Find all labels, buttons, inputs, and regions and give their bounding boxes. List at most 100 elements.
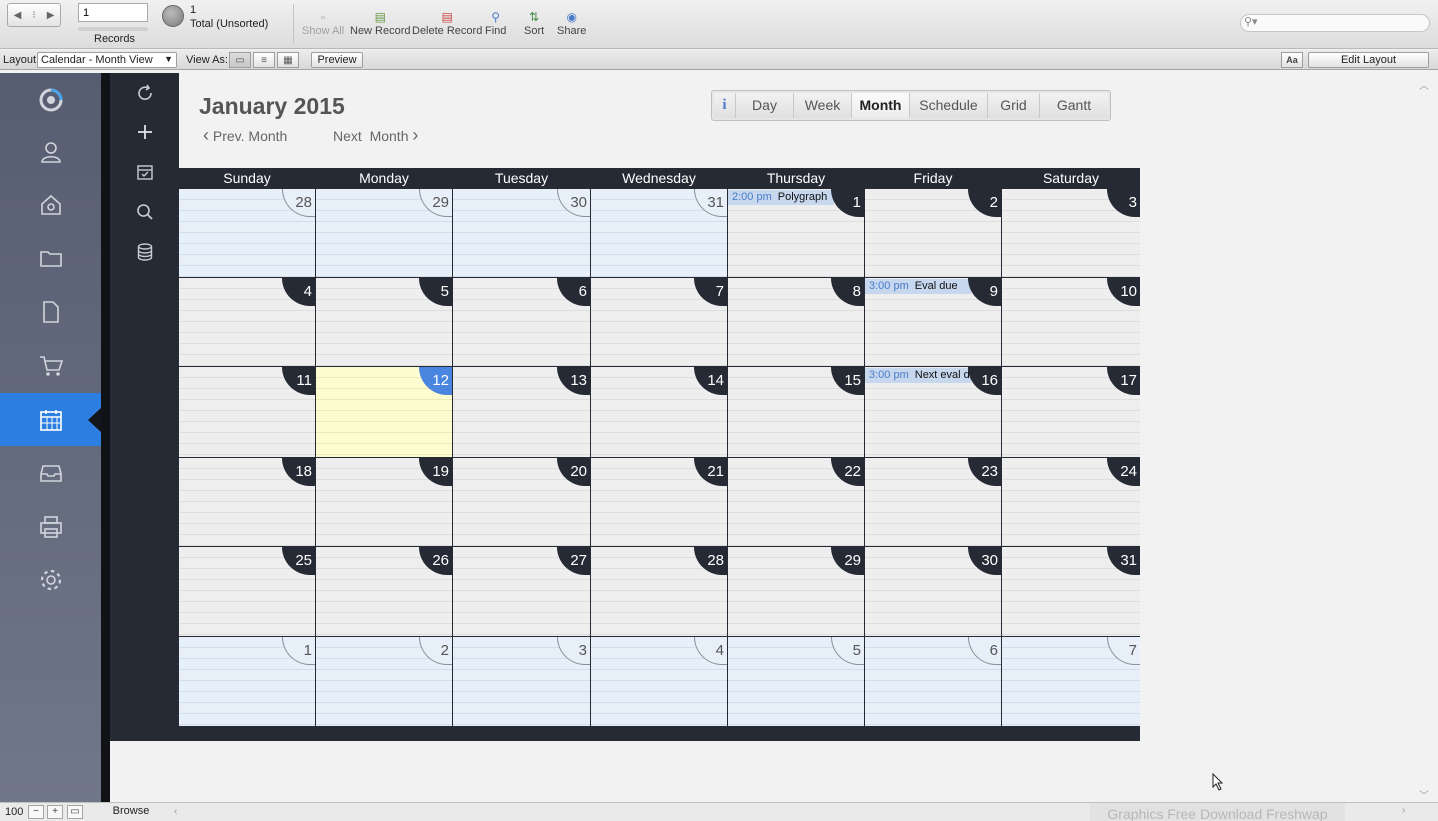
sort-button[interactable]: ⇅ Sort: [524, 10, 544, 37]
day-cell[interactable]: 18: [179, 458, 315, 546]
day-cell[interactable]: 11: [179, 367, 315, 457]
day-cell[interactable]: 29: [728, 547, 864, 636]
view-as-table-button[interactable]: ▦: [277, 52, 299, 68]
zoom-in-button[interactable]: +: [47, 805, 63, 819]
day-cell[interactable]: 21: [591, 458, 727, 546]
tab-info[interactable]: i: [714, 93, 736, 118]
day-cell[interactable]: 22: [728, 458, 864, 546]
scroll-up-icon[interactable]: ︿: [1419, 77, 1429, 92]
day-cell[interactable]: 19: [316, 458, 452, 546]
sidebar-item-logo[interactable]: [0, 73, 101, 126]
delete-record-button[interactable]: ▤ Delete Record: [412, 10, 482, 37]
day-cell[interactable]: 17: [1002, 367, 1140, 457]
record-navigation[interactable]: ◀ ⁝ ▶: [7, 3, 61, 27]
edit-layout-button[interactable]: Edit Layout: [1308, 52, 1429, 68]
tab-month[interactable]: Month: [852, 93, 910, 118]
day-cell[interactable]: 9 3:00 pm Eval due: [865, 278, 1001, 366]
prev-month-button[interactable]: ‹ Prev. Month: [203, 126, 287, 144]
day-cell[interactable]: 27: [453, 547, 590, 636]
sidebar-item-settings-home[interactable]: [0, 178, 101, 231]
day-cell[interactable]: 26: [316, 547, 452, 636]
zoom-level[interactable]: 100: [5, 806, 23, 818]
layout-select[interactable]: Calendar - Month View ▼: [37, 52, 177, 68]
day-cell[interactable]: 7: [591, 278, 727, 366]
day-cell[interactable]: 3: [1002, 189, 1140, 277]
current-record-input[interactable]: [78, 3, 148, 22]
sidebar-item-calendar[interactable]: [0, 393, 101, 446]
day-cell[interactable]: 25: [179, 547, 315, 636]
day-cell[interactable]: 5: [728, 637, 864, 726]
day-cell[interactable]: 20: [453, 458, 590, 546]
day-cell[interactable]: 1: [179, 637, 315, 726]
record-slider[interactable]: [78, 27, 148, 31]
tab-gantt[interactable]: Gantt: [1040, 93, 1108, 118]
calendar-event[interactable]: 2:00 pm Polygraph: [728, 190, 834, 205]
sidebar-item-inbox[interactable]: [0, 446, 101, 499]
view-as-list-button[interactable]: ≡: [253, 52, 275, 68]
share-button[interactable]: ◉ Share: [557, 10, 586, 37]
day-cell[interactable]: 4: [591, 637, 727, 726]
calendar-event[interactable]: 3:00 pm Eval due: [865, 279, 971, 294]
sidebar-item-projects[interactable]: [0, 231, 101, 284]
zoom-out-button[interactable]: −: [28, 805, 44, 819]
day-cell[interactable]: 5: [316, 278, 452, 366]
next-month-button[interactable]: Next Month ›: [333, 126, 418, 144]
tab-grid[interactable]: Grid: [988, 93, 1040, 118]
sidebar-item-print[interactable]: [0, 500, 101, 553]
toggle-toolbar-button[interactable]: ▭: [67, 805, 83, 819]
day-cell[interactable]: 30: [453, 189, 590, 277]
tab-schedule[interactable]: Schedule: [910, 93, 988, 118]
day-cell[interactable]: 6: [865, 637, 1001, 726]
scroll-down-icon[interactable]: ﹀: [1419, 787, 1429, 802]
mode-label[interactable]: Browse: [96, 805, 166, 817]
next-record-icon[interactable]: ▶: [47, 10, 55, 21]
goto-today-button[interactable]: [110, 157, 179, 187]
refresh-button[interactable]: [110, 78, 179, 108]
day-cell[interactable]: 12: [316, 367, 452, 457]
scroll-right-icon[interactable]: ›: [1402, 805, 1405, 816]
quick-find-input[interactable]: [1240, 14, 1430, 32]
day-cell[interactable]: 2: [865, 189, 1001, 277]
database-button[interactable]: [110, 237, 179, 267]
day-cell[interactable]: 13: [453, 367, 590, 457]
find-button[interactable]: ⚲ Find: [485, 10, 506, 37]
day-cell[interactable]: 4: [179, 278, 315, 366]
day-cell[interactable]: 3: [453, 637, 590, 726]
day-cell[interactable]: 31: [591, 189, 727, 277]
search-button[interactable]: [110, 197, 179, 227]
day-cell[interactable]: 31: [1002, 547, 1140, 636]
sidebar-item-documents[interactable]: [0, 285, 101, 338]
tab-day[interactable]: Day: [736, 93, 794, 118]
day-cell[interactable]: 7: [1002, 637, 1140, 726]
day-cell[interactable]: 24: [1002, 458, 1140, 546]
sidebar-item-preferences[interactable]: [0, 553, 101, 606]
sidebar-item-orders[interactable]: [0, 339, 101, 392]
day-cell[interactable]: 2: [316, 637, 452, 726]
preview-button[interactable]: Preview: [311, 52, 363, 68]
day-cell[interactable]: 16 3:00 pm Next eval d: [865, 367, 1001, 457]
add-event-button[interactable]: [110, 117, 179, 147]
day-cell[interactable]: 1 2:00 pm Polygraph: [728, 189, 864, 277]
day-cell[interactable]: 29: [316, 189, 452, 277]
previous-record-icon[interactable]: ◀: [14, 10, 22, 21]
formatting-bar-button[interactable]: Aa: [1281, 52, 1303, 68]
day-cell[interactable]: 14: [591, 367, 727, 457]
day-cell[interactable]: 15: [728, 367, 864, 457]
scroll-left-icon[interactable]: ‹: [174, 806, 177, 817]
sidebar-item-contacts[interactable]: [0, 125, 101, 178]
view-as-form-button[interactable]: ▭: [229, 52, 251, 68]
day-number: 24: [1107, 458, 1140, 486]
day-cell[interactable]: 23: [865, 458, 1001, 546]
day-cell[interactable]: 10: [1002, 278, 1140, 366]
day-cell[interactable]: 8: [728, 278, 864, 366]
day-cell[interactable]: 30: [865, 547, 1001, 636]
found-set-pie-icon: [162, 5, 184, 27]
day-cell[interactable]: 28: [591, 547, 727, 636]
day-cell[interactable]: 28: [179, 189, 315, 277]
view-as-label: View As:: [186, 54, 228, 66]
new-record-button[interactable]: ▤ New Record: [350, 10, 411, 37]
calendar-event[interactable]: 3:00 pm Next eval d: [865, 368, 971, 383]
show-all-button[interactable]: ▫ Show All: [302, 10, 344, 37]
day-cell[interactable]: 6: [453, 278, 590, 366]
tab-week[interactable]: Week: [794, 93, 852, 118]
